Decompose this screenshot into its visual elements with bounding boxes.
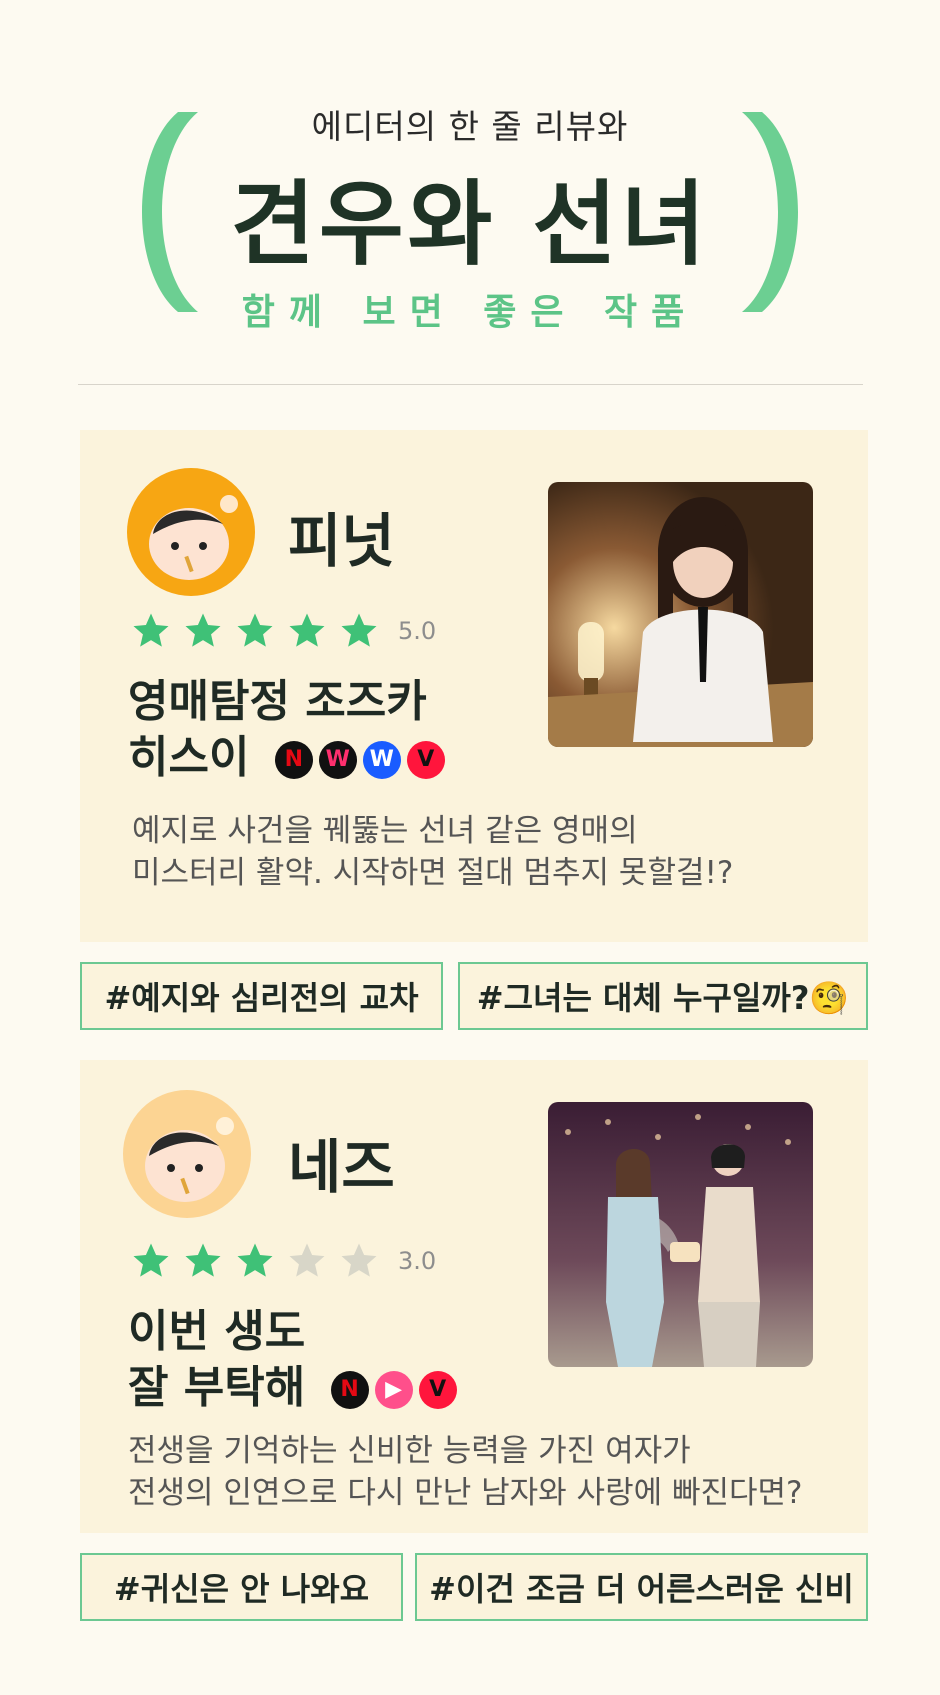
- tving-icon: V: [418, 1371, 457, 1409]
- watcha-icon: W: [318, 741, 357, 779]
- rating-value: 3.0: [398, 1247, 437, 1275]
- hashtag-chip[interactable]: #이건 조금 더 어른스러운 신비: [415, 1553, 868, 1621]
- work-title-line1: 이번 생도: [128, 1306, 306, 1357]
- star-empty-icon: [289, 1243, 325, 1277]
- header-tagline: 함께 보면 좋은 작품: [241, 292, 699, 333]
- star-rating: 3.0: [130, 1240, 436, 1282]
- star-filled-icon: [341, 613, 377, 647]
- hashtag-chip[interactable]: #귀신은 안 나와요: [80, 1553, 403, 1621]
- review-card: 피넛 5.0 영매탐정 조즈카 히스이 N W W V 예지로 사건을 꿰뚫는 …: [80, 430, 868, 942]
- header-subtitle: 에디터의 한 줄 리뷰와: [311, 107, 629, 146]
- work-title-line2: 잘 부탁해 N ▶ V: [128, 1360, 463, 1416]
- work-title: 영매탐정 조즈카 히스이 N W W V: [128, 674, 451, 786]
- poster-image: [548, 1102, 813, 1367]
- review-card: 네즈 3.0 이번 생도 잘 부탁해 N ▶ V 전생을 기억하는 신비한 능력…: [80, 1060, 868, 1533]
- star-filled-icon: [237, 1243, 273, 1277]
- rating-value: 5.0: [398, 617, 437, 645]
- star-rating: 5.0: [130, 610, 436, 652]
- review-description: 예지로 사건을 꿰뚫는 선녀 같은 영매의 미스터리 활약. 시작하면 절대 멈…: [132, 813, 734, 891]
- star-filled-icon: [237, 613, 273, 647]
- divider: [78, 384, 863, 385]
- page-title: 견우와 선녀: [230, 171, 710, 278]
- star-empty-icon: [341, 1243, 377, 1277]
- star-filled-icon: [133, 1243, 169, 1277]
- work-title-line2: 히스이 N W W V: [128, 730, 451, 786]
- platform-list: N W W V: [274, 741, 451, 779]
- work-title: 이번 생도 잘 부탁해 N ▶ V: [128, 1304, 463, 1416]
- poster-image: [548, 482, 813, 747]
- star-filled-icon: [289, 613, 325, 647]
- star-filled-icon: [185, 1243, 221, 1277]
- star-filled-icon: [133, 613, 169, 647]
- work-title-line1: 영매탐정 조즈카: [128, 676, 427, 727]
- nez-character-icon: [123, 1090, 251, 1218]
- netflix-icon: N: [274, 741, 313, 779]
- reviewer-name: 피넛: [288, 507, 395, 575]
- peanut-character-icon: [127, 468, 255, 596]
- platform-list: N ▶ V: [330, 1371, 463, 1409]
- tving-icon: V: [406, 741, 445, 779]
- wavve-icon: W: [362, 741, 401, 779]
- star-filled-icon: [185, 613, 221, 647]
- hashtag-chip[interactable]: #그녀는 대체 누구일까?🧐: [458, 962, 868, 1030]
- netflix-icon: N: [330, 1371, 369, 1409]
- review-description: 전생을 기억하는 신비한 능력을 가진 여자가 전생의 인연으로 다시 만난 남…: [128, 1433, 803, 1511]
- tvn-icon: ▶: [374, 1371, 413, 1409]
- hashtag-chip[interactable]: #예지와 심리전의 교차: [80, 962, 443, 1030]
- reviewer-name: 네즈: [288, 1133, 395, 1201]
